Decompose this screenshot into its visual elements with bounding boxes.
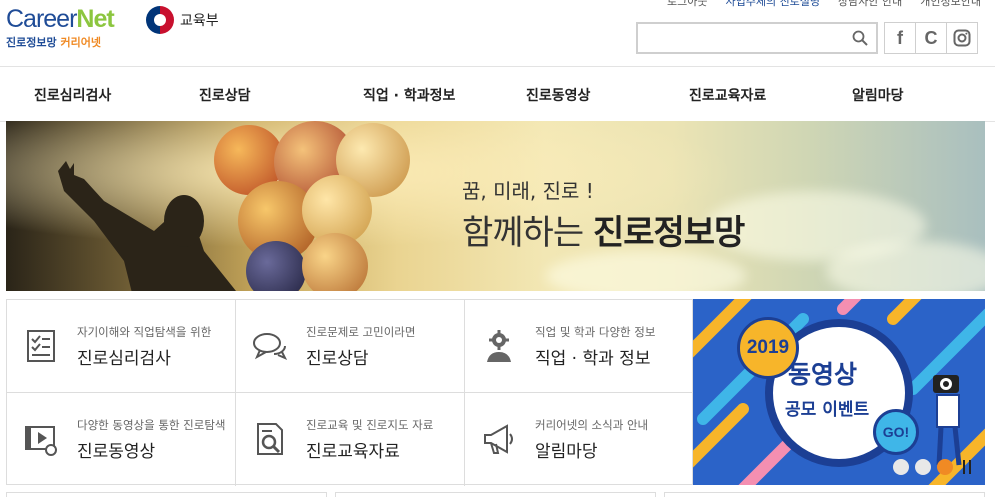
nav-counseling[interactable]: 진로상담 (199, 85, 251, 105)
nav-edu-materials[interactable]: 진로교육자료 (689, 85, 766, 105)
chat-bubbles-icon (253, 333, 288, 360)
search-box (636, 22, 878, 54)
video-contest-event-banner[interactable]: 2019 동영상 공모 이벤트 GO! (693, 299, 985, 485)
content-box (335, 492, 656, 497)
logo-subtitle: 진로정보망 (6, 36, 57, 49)
util-link-2[interactable]: 사업주체의 진로설명 (725, 0, 820, 9)
quick-item-counseling[interactable]: 진로문제로 고민이라면 진로상담 (236, 300, 465, 393)
site-header: CareerNet 진로정보망 커리어넷 교육부 로그아웃 사업주체의 진로설명… (0, 0, 995, 67)
quick-item-sub: 자기이해와 직업탐색을 위한 (77, 325, 212, 339)
quick-item-title: 직업 · 학과 정보 (535, 349, 651, 369)
nav-videos[interactable]: 진로동영상 (526, 85, 590, 105)
slide-dot[interactable] (893, 459, 909, 475)
quick-item-job-major[interactable]: 직업 및 학과 다양한 정보 직업 · 학과 정보 (465, 300, 694, 393)
util-link-4[interactable]: 개인정보안내 (920, 0, 981, 9)
quick-item-title: 진로동영상 (77, 442, 156, 462)
careernet-c-icon[interactable]: C (915, 22, 947, 54)
utility-links: 로그아웃 사업주체의 진로설명 상담사안 안내 개인정보안내 (667, 0, 981, 9)
ministry-logo[interactable]: 교육부 (146, 6, 219, 34)
checklist-icon (27, 330, 55, 362)
megaphone-icon (484, 424, 513, 454)
main-banner[interactable]: 꿈, 미래, 진로 ! 함께하는 진로정보망 (6, 121, 985, 291)
quick-item-sub: 진로교육 및 진로지도 자료 (306, 418, 434, 432)
quick-item-sub: 커리어넷의 소식과 안내 (535, 418, 649, 432)
logo-subtitle-brand: 커리어넷 (60, 36, 101, 49)
logo-text-career: Career (6, 5, 77, 33)
nav-job-major[interactable]: 직업 · 학과정보 (363, 85, 455, 105)
quick-menu: 자기이해와 직업탐색을 위한 진로심리검사 진로문제로 고민이라면 진로상담 직… (6, 299, 694, 486)
quick-item-notices[interactable]: 커리어넷의 소식과 안내 알림마당 (465, 393, 694, 486)
girl-silhouette (58, 161, 236, 291)
event-subtitle: 공모 이벤트 (785, 400, 870, 420)
taegeuk-emblem-icon (146, 6, 174, 34)
quick-item-sub: 진로문제로 고민이라면 (306, 325, 416, 339)
quick-item-sub: 직업 및 학과 다양한 정보 (535, 325, 656, 339)
banner-headline-strong: 진로정보망 (592, 213, 745, 253)
facebook-icon[interactable]: f (884, 22, 916, 54)
quick-item-title: 진로교육자료 (306, 442, 400, 462)
nav-notices[interactable]: 알림마당 (852, 85, 904, 105)
quick-item-title: 진로심리검사 (77, 349, 171, 369)
nav-psych-test[interactable]: 진로심리검사 (34, 85, 111, 105)
quick-item-psych-test[interactable]: 자기이해와 직업탐색을 위한 진로심리검사 (7, 300, 236, 393)
event-go-button[interactable]: GO! (873, 409, 919, 455)
quick-item-sub: 다양한 동영상을 통한 진로탐색 (77, 418, 226, 432)
worker-gear-icon (487, 330, 511, 362)
instagram-icon[interactable] (946, 22, 978, 54)
content-box (6, 492, 327, 497)
quick-item-title: 알림마당 (535, 442, 598, 462)
sns-links: f C (884, 22, 978, 54)
camera-person-illustration (933, 375, 962, 466)
careernet-logo[interactable]: CareerNet 진로정보망 커리어넷 (6, 5, 115, 50)
search-icon[interactable] (852, 30, 868, 46)
quick-item-title: 진로상담 (306, 349, 369, 369)
pause-icon[interactable] (963, 460, 971, 474)
video-play-icon (25, 426, 57, 456)
quick-item-edu-materials[interactable]: 진로교육 및 진로지도 자료 진로교육자료 (236, 393, 465, 486)
slide-dot-active[interactable] (937, 459, 953, 475)
banner-headline: 함께하는 진로정보망 (462, 205, 745, 254)
slide-pagination (893, 459, 971, 475)
content-box (664, 492, 985, 497)
balloon (302, 233, 368, 291)
search-input[interactable] (644, 25, 848, 53)
document-search-icon (257, 423, 283, 455)
slide-dot[interactable] (915, 459, 931, 475)
logo-text-net: Net (76, 5, 114, 33)
event-title: 동영상 (788, 360, 858, 389)
banner-headline-lead: 함께하는 (462, 213, 593, 253)
ministry-name: 교육부 (180, 13, 219, 29)
util-link-3[interactable]: 상담사안 안내 (838, 0, 902, 9)
util-link-1[interactable]: 로그아웃 (667, 0, 707, 9)
main-navigation: 진로심리검사 진로상담 직업 · 학과정보 진로동영상 진로교육자료 알림마당 (0, 67, 995, 122)
quick-item-videos[interactable]: 다양한 동영상을 통한 진로탐색 진로동영상 (7, 393, 236, 486)
banner-tagline: 꿈, 미래, 진로 ! (462, 179, 594, 203)
